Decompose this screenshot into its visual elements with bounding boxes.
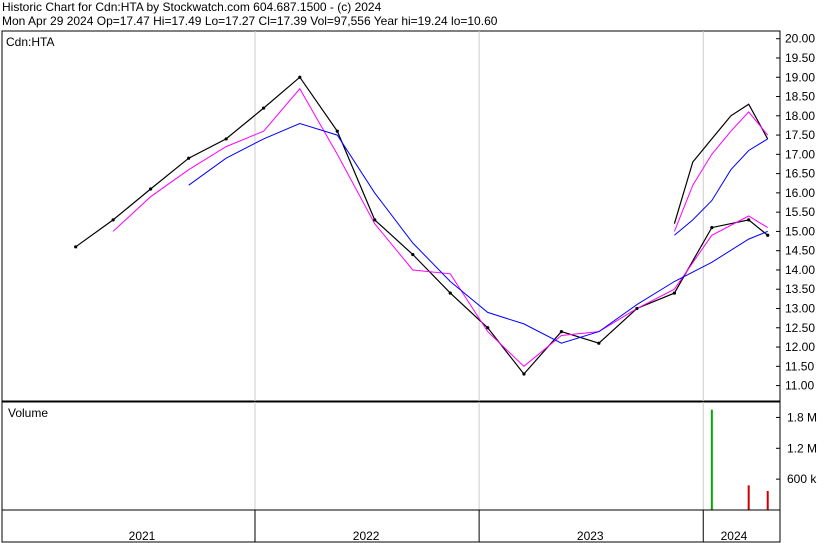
price-point bbox=[766, 233, 770, 237]
price-point bbox=[298, 75, 302, 79]
price-point bbox=[710, 225, 714, 230]
price-point bbox=[597, 341, 601, 345]
time-axis-frame bbox=[1, 509, 781, 543]
price-tick-label: 16.00 bbox=[785, 186, 815, 200]
price-tick-label: 15.00 bbox=[785, 224, 815, 238]
price-point bbox=[559, 330, 563, 334]
volume-bar bbox=[766, 490, 769, 510]
price-point bbox=[448, 291, 452, 295]
price-point bbox=[635, 306, 639, 311]
price-tick-label: 12.50 bbox=[785, 321, 815, 335]
price-point bbox=[747, 218, 751, 222]
year-label: 2024 bbox=[721, 529, 748, 543]
price-panel-title: Cdn:HTA bbox=[6, 35, 54, 49]
price-tick-label: 11.00 bbox=[785, 379, 814, 393]
volume-tick-label: 600 k bbox=[787, 472, 817, 486]
price-tick-label: 17.50 bbox=[785, 128, 815, 142]
price-point bbox=[74, 245, 78, 249]
year-label: 2022 bbox=[353, 529, 380, 543]
volume-bar bbox=[710, 409, 713, 510]
price-point bbox=[111, 218, 115, 222]
price-tick-label: 13.00 bbox=[785, 302, 815, 316]
chart-page: Historic Chart for Cdn:HTA by Stockwatch… bbox=[0, 0, 830, 543]
price-tick-label: 19.50 bbox=[785, 51, 815, 65]
price-tick-label: 12.00 bbox=[785, 340, 815, 354]
volume-panel-frame bbox=[1, 401, 781, 511]
year-label: 2023 bbox=[577, 529, 604, 543]
price-tick-label: 18.00 bbox=[785, 109, 815, 123]
price-volume-chart: 20.00 19.50 19.00 18.50 18.00 17.50 17.00 16.50… bbox=[1, 30, 817, 543]
volume-tick-label: 1.8 M bbox=[787, 410, 817, 424]
year-label: 2021 bbox=[129, 529, 156, 543]
price-point bbox=[187, 156, 191, 160]
price-point bbox=[224, 137, 228, 141]
price-point bbox=[335, 129, 339, 133]
volume-panel-title: Volume bbox=[8, 406, 48, 420]
price-tick-label: 17.00 bbox=[785, 147, 815, 161]
price-tick-label: 11.50 bbox=[785, 359, 814, 373]
volume-bar bbox=[747, 485, 750, 510]
price-point bbox=[148, 187, 153, 191]
price-tick-label: 18.50 bbox=[785, 90, 815, 104]
volume-tick-label: 1.2 M bbox=[787, 441, 817, 455]
price-point bbox=[261, 106, 266, 110]
price-axis: 20.00 19.50 19.00 18.50 18.00 17.50 17.00 16.50… bbox=[776, 32, 815, 393]
price-point bbox=[411, 252, 415, 257]
price-tick-label: 13.50 bbox=[785, 282, 815, 296]
price-point bbox=[522, 372, 526, 376]
price-tick-label: 14.50 bbox=[785, 244, 815, 258]
volume-axis: 1.8 M 1.2 M 600 k bbox=[776, 410, 817, 486]
price-tick-label: 20.00 bbox=[785, 32, 815, 46]
price-point bbox=[672, 291, 676, 295]
price-point bbox=[486, 326, 490, 330]
price-tick-label: 19.00 bbox=[785, 70, 815, 84]
price-tick-label: 14.00 bbox=[785, 263, 815, 277]
price-tick-label: 16.50 bbox=[785, 167, 815, 181]
price-tick-label: 15.50 bbox=[785, 205, 815, 219]
price-point bbox=[373, 218, 377, 222]
